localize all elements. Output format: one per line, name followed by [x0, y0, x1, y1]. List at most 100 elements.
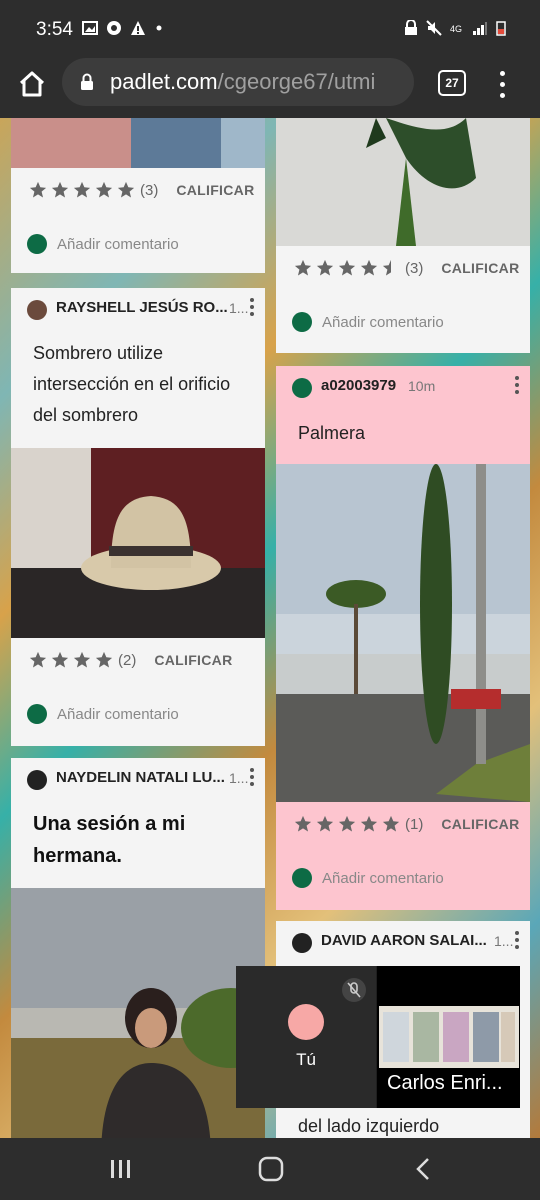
star-icon	[294, 259, 312, 276]
mute-icon	[426, 20, 442, 36]
post-time: 10m	[408, 378, 436, 394]
post-card[interactable]: a02003979 10m Palmera (1) CALIFICAR Añad…	[276, 366, 530, 910]
status-bar: 3:54 4G	[0, 0, 540, 58]
lock-icon	[405, 20, 417, 35]
rating-row: (3) CALIFICAR	[294, 256, 519, 280]
rating-count: (1)	[405, 815, 424, 833]
comment-placeholder: Añadir comentario	[322, 869, 444, 887]
add-comment[interactable]: Añadir comentario	[292, 310, 444, 334]
avatar	[292, 378, 312, 398]
post-header: DAVID AARON SALAI... 1...	[276, 921, 530, 963]
post-time: 1...	[229, 770, 249, 786]
browser-menu-button[interactable]	[494, 68, 510, 98]
avatar	[27, 300, 47, 320]
back-icon[interactable]	[410, 1155, 438, 1183]
post-body: Palmera	[298, 423, 366, 443]
post-image	[276, 118, 530, 246]
post-header: NAYDELIN NATALI LU... 1...	[11, 758, 265, 800]
tab-switcher-button[interactable]: 27	[438, 70, 466, 96]
star-rating[interactable]	[29, 181, 139, 199]
rate-button[interactable]: CALIFICAR	[441, 816, 519, 832]
post-author: a02003979	[321, 377, 397, 394]
star-rating[interactable]	[29, 651, 117, 669]
post-card[interactable]: NAYDELIN NATALI LU... 1... Una sesión a …	[11, 758, 265, 1138]
self-label: Tú	[296, 1050, 316, 1069]
rate-button[interactable]: CALIFICAR	[176, 182, 254, 198]
comment-placeholder: Añadir comentario	[57, 235, 179, 253]
browser-toolbar: padlet.com/cgeorge67/utmi 27	[0, 58, 540, 118]
star-icon	[294, 815, 312, 832]
star-icon	[382, 815, 400, 832]
avatar	[292, 933, 312, 953]
address-bar[interactable]: padlet.com/cgeorge67/utmi	[62, 58, 414, 106]
post-menu-button[interactable]	[249, 768, 255, 790]
star-icon	[338, 815, 356, 832]
home-icon[interactable]	[257, 1155, 285, 1183]
star-rating[interactable]	[294, 259, 404, 277]
battery-icon	[496, 21, 506, 36]
post-author: RAYSHELL JESÚS RO...	[56, 299, 228, 316]
add-comment[interactable]: Añadir comentario	[27, 702, 179, 726]
post-image	[11, 888, 265, 1138]
add-comment[interactable]: Añadir comentario	[27, 232, 179, 256]
star-icon	[338, 259, 356, 276]
post-card[interactable]: (3) CALIFICAR Añadir comentario	[276, 118, 530, 353]
chrome-icon	[107, 21, 121, 35]
post-card[interactable]: (3) CALIFICAR Añadir comentario	[11, 118, 265, 273]
recents-icon[interactable]	[108, 1156, 134, 1182]
avatar	[288, 1004, 324, 1040]
gallery-icon	[82, 21, 98, 35]
star-icon	[95, 181, 113, 198]
post-menu-button[interactable]	[514, 931, 520, 953]
post-time: 1...	[229, 300, 249, 316]
post-card[interactable]: RAYSHELL JESÚS RO... 1... Sombrero utili…	[11, 288, 265, 746]
star-icon	[73, 651, 91, 668]
star-icon	[316, 815, 334, 832]
post-header: RAYSHELL JESÚS RO... 1...	[11, 288, 265, 330]
rate-button[interactable]: CALIFICAR	[441, 260, 519, 276]
star-icon	[73, 181, 91, 198]
dot-icon	[156, 25, 162, 31]
url-host: padlet.com	[110, 69, 218, 94]
mic-off-icon[interactable]	[342, 978, 366, 1002]
post-menu-button[interactable]	[514, 376, 520, 398]
participant-tile[interactable]: Carlos Enri...	[377, 966, 520, 1108]
star-icon	[29, 651, 47, 668]
rating-row: (2) CALIFICAR	[29, 648, 232, 672]
star-icon	[360, 815, 378, 832]
comment-placeholder: Añadir comentario	[57, 705, 179, 723]
post-menu-button[interactable]	[249, 298, 255, 320]
star-icon	[51, 181, 69, 198]
post-body: del lado izquierdo	[298, 1116, 440, 1136]
rate-button[interactable]: CALIFICAR	[154, 652, 232, 668]
post-image	[11, 118, 265, 168]
status-time: 3:54	[36, 19, 73, 40]
rating-count: (3)	[140, 181, 159, 199]
participant-name: Carlos Enri...	[387, 1072, 503, 1094]
self-tile[interactable]: Tú	[236, 966, 376, 1108]
avatar	[27, 234, 47, 254]
star-rating[interactable]	[294, 815, 404, 833]
post-author: NAYDELIN NATALI LU...	[56, 769, 225, 786]
signal-icon	[473, 22, 487, 35]
star-icon	[360, 259, 378, 276]
star-icon	[51, 651, 69, 668]
rating-row: (3) CALIFICAR	[29, 178, 254, 202]
avatar	[292, 868, 312, 888]
post-body: Sombrero utilize intersección en el orif…	[33, 343, 231, 425]
post-time: 1...	[494, 933, 514, 949]
meet-pip-window[interactable]: Tú Carlos Enri...	[236, 966, 520, 1108]
shared-screen	[379, 1006, 519, 1068]
post-author: DAVID AARON SALAI...	[321, 932, 487, 949]
star-icon	[117, 181, 135, 198]
avatar	[27, 770, 47, 790]
home-icon[interactable]	[16, 68, 48, 100]
post-image	[11, 448, 265, 638]
post-subject: Una sesión a mi hermana.	[33, 813, 186, 867]
post-image	[276, 464, 530, 802]
url-path: /cgeorge67/utmi	[217, 69, 376, 94]
signal-4g-icon: 4G	[450, 24, 462, 34]
add-comment[interactable]: Añadir comentario	[292, 866, 444, 890]
avatar	[292, 312, 312, 332]
comment-placeholder: Añadir comentario	[322, 313, 444, 331]
